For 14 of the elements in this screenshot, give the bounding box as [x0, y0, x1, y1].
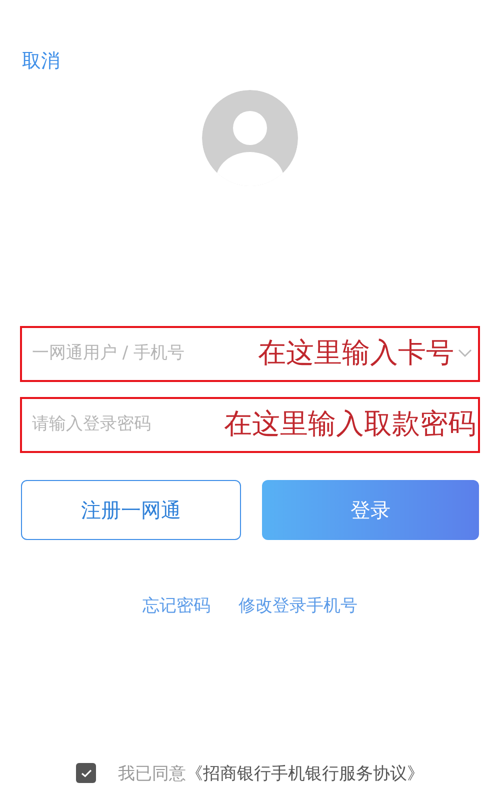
login-button[interactable]: 登录 [262, 480, 479, 540]
input-field[interactable]: 请输入登录密码 [22, 414, 172, 434]
register-button[interactable]: 注册一网通 [21, 480, 240, 540]
checkbox[interactable] [76, 763, 96, 783]
agreement-link[interactable]: 《招商银行手机银行服务协议》 [186, 762, 424, 784]
text-link[interactable]: 忘记密码 [142, 594, 210, 617]
cancel-link[interactable]: 取消 [22, 50, 60, 72]
annotation-text: 在这里输入卡号 [258, 335, 454, 371]
checkmark-icon [80, 768, 92, 778]
input-field[interactable]: 一网通用户 / 手机号 [22, 343, 202, 363]
text-link[interactable]: 修改登录手机号 [238, 594, 358, 617]
avatar-icon [202, 90, 298, 186]
annotation-text: 在这里输入取款密码 [224, 406, 476, 442]
agreement-label: 我已同意 [118, 762, 186, 784]
